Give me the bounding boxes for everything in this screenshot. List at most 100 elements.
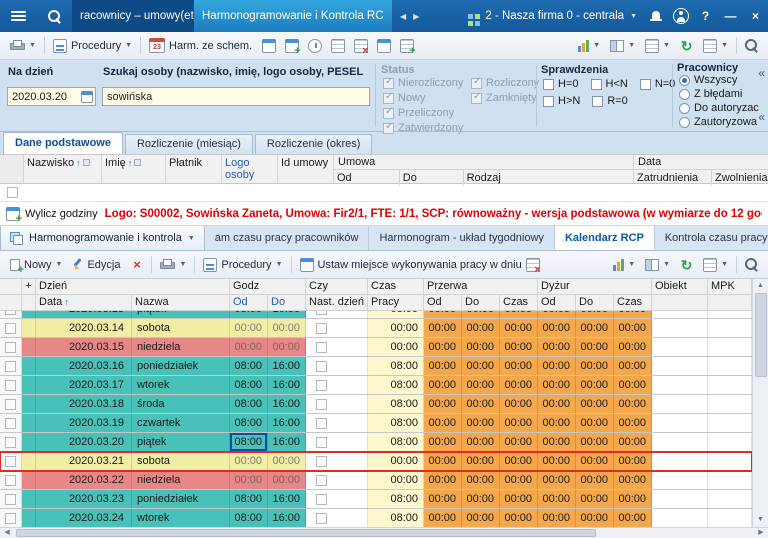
duty-time-cell[interactable]: 00:00 [614,490,652,508]
layout-view-button[interactable]: ▼ [605,37,640,55]
break-from-cell[interactable]: 00:00 [424,509,462,527]
day-name-cell[interactable]: sobota [132,452,230,470]
duty-from-cell[interactable]: 00:00 [538,338,576,356]
checkbox[interactable] [5,456,16,467]
table-delete-button[interactable] [349,35,372,57]
break-to-cell[interactable]: 00:00 [462,452,500,470]
col-czas-pracy[interactable]: Pracy [368,295,424,311]
object-cell[interactable] [652,509,708,527]
break-time-cell[interactable]: 00:00 [500,311,538,318]
duty-time-cell[interactable]: 00:00 [614,433,652,451]
col-group-dzien[interactable]: Dzień [36,279,230,295]
tab-harmonogram-uklad-tygodniowy[interactable]: Harmonogram - układ tygodniowy [369,226,554,250]
tab-kalendarz-rcp[interactable]: Kalendarz RCP [555,226,655,250]
duty-to-cell[interactable]: 00:00 [576,311,614,318]
col-dyzur-od[interactable]: Od [538,295,576,311]
schedule-row[interactable]: 2020.03.19czwartek08:0016:0008:0000:0000… [0,414,752,433]
date-cell[interactable]: 2020.03.24 [36,509,132,527]
duty-to-cell[interactable]: 00:00 [576,433,614,451]
break-to-cell[interactable]: 00:00 [462,414,500,432]
next-day-cell[interactable] [306,357,368,375]
scrollbar-thumb[interactable] [16,529,596,537]
date-cell[interactable]: 2020.03.19 [36,414,132,432]
checkbox[interactable] [316,380,327,391]
hours-to-cell[interactable]: 16:00 [268,311,306,318]
object-cell[interactable] [652,376,708,394]
col-expand[interactable]: + [22,279,36,295]
radio-z-bledami[interactable]: Z błędami [679,88,759,100]
table-button[interactable] [326,35,349,57]
help-button[interactable]: ? [693,0,718,32]
print-button[interactable]: ▼ [5,37,41,55]
check-h0[interactable]: H=0 [543,78,579,90]
tab-diagram-czasu-pracy[interactable]: am czasu pracy pracowników [205,226,370,250]
chart-view-button[interactable]: ▼ [608,256,640,274]
work-time-cell[interactable]: 08:00 [368,357,424,375]
col-godz-do[interactable]: Do [268,295,306,311]
row-select-cell[interactable] [0,452,22,470]
hours-to-cell[interactable]: 16:00 [268,357,306,375]
grid-view-button[interactable]: ▼ [640,36,675,56]
duty-from-cell[interactable]: 00:00 [538,414,576,432]
radio-do-autoryzacji[interactable]: Do autoryzac [679,102,759,114]
checkbox[interactable] [5,323,16,334]
mpk-cell[interactable] [708,376,752,394]
duty-from-cell[interactable]: 00:00 [538,509,576,527]
checkbox-icon[interactable] [592,96,603,107]
hours-from-cell[interactable]: 08:00 [230,509,268,527]
duty-time-cell[interactable]: 00:00 [614,395,652,413]
break-to-cell[interactable]: 00:00 [462,319,500,337]
object-cell[interactable] [652,319,708,337]
hours-to-cell[interactable]: 16:00 [268,395,306,413]
checkbox[interactable] [5,361,16,372]
schedule-row[interactable]: 2020.03.15niedziela00:0000:0000:0000:000… [0,338,752,357]
schedule-row[interactable]: 2020.03.13piątek08:0016:0008:0000:0000:0… [0,311,752,319]
break-from-cell[interactable]: 00:00 [424,471,462,489]
expand-cell[interactable] [22,414,36,432]
checkbox[interactable] [316,475,327,486]
checkbox[interactable] [5,475,16,486]
day-name-cell[interactable]: niedziela [132,471,230,489]
duty-from-cell[interactable]: 00:00 [538,319,576,337]
col-group-dyzur[interactable]: Dyżur [538,279,652,295]
checkbox-icon[interactable] [543,96,554,107]
notifications-button[interactable] [643,0,668,32]
hours-to-cell[interactable]: 00:00 [268,319,306,337]
table-options-button[interactable]: ▼ [698,36,733,56]
next-day-cell[interactable] [306,490,368,508]
col-przerwa-od[interactable]: Od [424,295,462,311]
delete-button[interactable]: × [125,254,148,276]
hours-to-cell[interactable]: 16:00 [268,414,306,432]
break-from-cell[interactable]: 00:00 [424,311,462,318]
col-platnik[interactable]: Płatnik [166,155,222,183]
nowy-button[interactable]: Nowy▼ [5,256,67,274]
date-cell[interactable]: 2020.03.17 [36,376,132,394]
tab-dane-podstawowe[interactable]: Dane podstawowe [3,132,123,154]
work-time-cell[interactable]: 00:00 [368,471,424,489]
duty-to-cell[interactable]: 00:00 [576,490,614,508]
object-cell[interactable] [652,338,708,356]
hours-to-cell[interactable]: 00:00 [268,471,306,489]
duty-time-cell[interactable]: 00:00 [614,452,652,470]
check-hgn[interactable]: H>N [543,95,580,107]
day-name-cell[interactable]: piątek [132,311,230,318]
checkbox[interactable] [5,311,16,315]
duty-to-cell[interactable]: 00:00 [576,452,614,470]
hours-from-cell[interactable]: 00:00 [230,471,268,489]
collapse-panel-icon[interactable]: « [758,112,765,122]
calendar-table-button[interactable] [257,35,280,57]
prev-tab-icon[interactable]: ◀ [400,12,406,21]
hours-to-cell[interactable]: 00:00 [268,452,306,470]
schedule-row[interactable]: 2020.03.14sobota00:0000:0000:0000:0000:0… [0,319,752,338]
duty-to-cell[interactable]: 00:00 [576,319,614,337]
expand-cell[interactable] [22,319,36,337]
col-data[interactable]: Data↑ [36,295,132,311]
mpk-cell[interactable] [708,357,752,375]
duty-from-cell[interactable]: 00:00 [538,490,576,508]
day-name-cell[interactable]: poniedziałek [132,490,230,508]
next-day-cell[interactable] [306,414,368,432]
checkbox[interactable] [316,418,327,429]
checkbox[interactable] [316,361,327,372]
row-select-cell[interactable] [0,357,22,375]
date-cell[interactable]: 2020.03.20 [36,433,132,451]
